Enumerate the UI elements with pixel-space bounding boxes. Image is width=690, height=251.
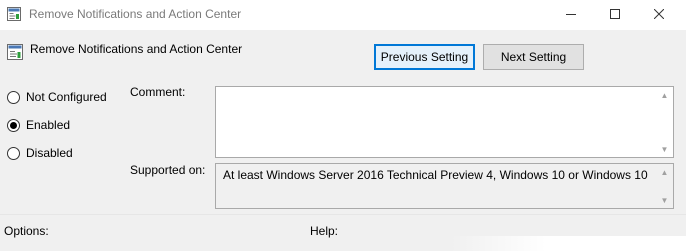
close-button[interactable] [636,0,682,30]
previous-setting-button[interactable]: Previous Setting [374,44,475,70]
supported-on-field: At least Windows Server 2016 Technical P… [215,163,674,209]
options-label: Options: [4,224,49,238]
radio-not-configured[interactable]: Not Configured [7,90,107,104]
radio-circle-selected[interactable] [7,118,20,132]
setting-icon [7,44,23,60]
section-divider [0,214,690,215]
bottom-fade [450,236,690,251]
radio-disabled[interactable]: Disabled [7,146,73,160]
comment-textarea[interactable]: ▲ ▼ [215,86,674,158]
supported-on-value: At least Windows Server 2016 Technical P… [223,168,648,182]
window-title: Remove Notifications and Action Center [29,7,242,21]
radio-label: Enabled [26,118,71,132]
minimize-button[interactable] [548,0,594,30]
scroll-up-icon[interactable]: ▲ [657,165,672,179]
setting-title: Remove Notifications and Action Center [30,42,243,56]
maximize-button[interactable] [592,0,638,30]
next-setting-button[interactable]: Next Setting [483,44,584,70]
radio-label: Disabled [26,146,73,160]
maximize-icon [610,8,620,22]
scroll-up-icon[interactable]: ▲ [657,88,672,102]
radio-dot [10,121,17,129]
radio-enabled[interactable]: Enabled [7,118,70,132]
scroll-down-icon[interactable]: ▼ [657,193,672,207]
radio-circle[interactable] [7,146,20,160]
policy-icon [7,7,21,21]
supported-on-label: Supported on: [130,163,206,177]
radio-circle[interactable] [7,90,20,104]
comment-scrollbar[interactable]: ▲ ▼ [657,88,672,156]
radio-label: Not Configured [26,90,107,104]
minimize-icon [566,8,576,22]
help-label: Help: [310,224,339,238]
scroll-down-icon[interactable]: ▼ [657,142,672,156]
close-icon [653,8,665,22]
title-bar: Remove Notifications and Action Center [0,0,690,30]
window-edge [686,30,690,251]
supported-scrollbar[interactable]: ▲ ▼ [657,165,672,207]
comment-label: Comment: [130,85,186,99]
